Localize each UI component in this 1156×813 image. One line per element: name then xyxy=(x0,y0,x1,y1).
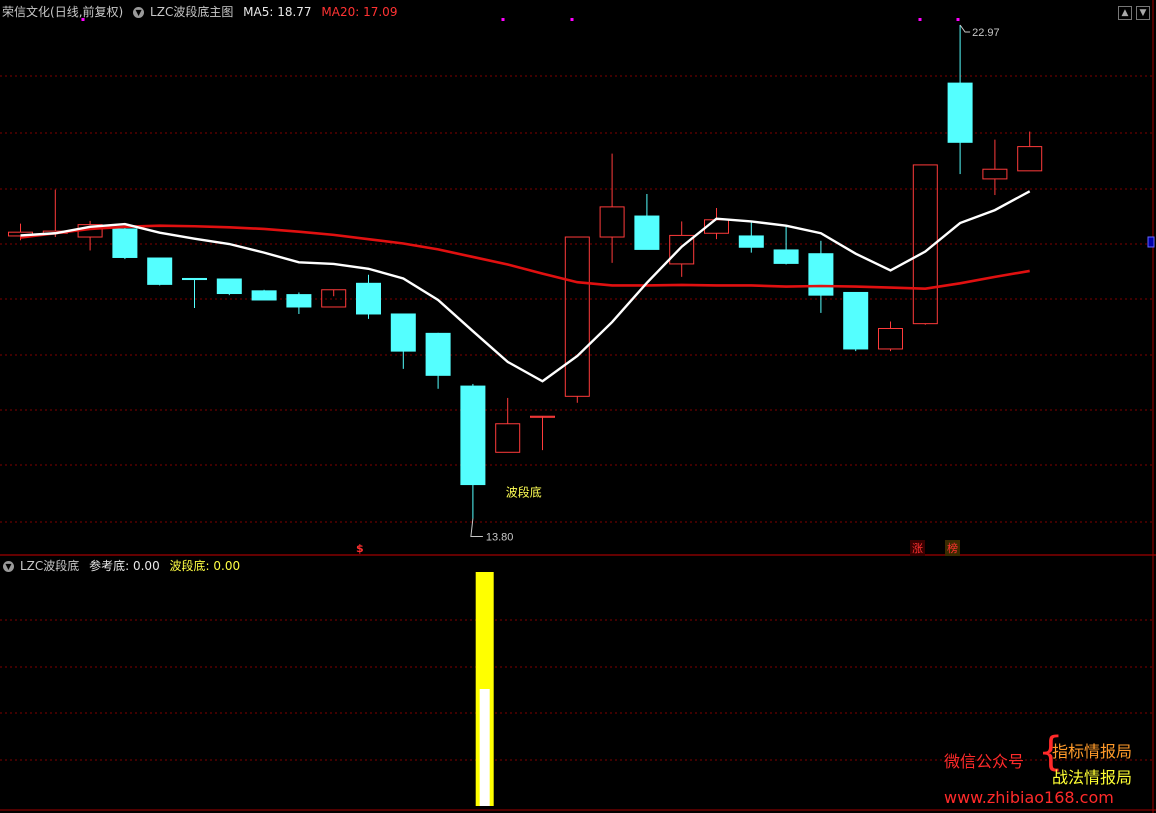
chevron-down-icon[interactable]: ▼ xyxy=(1136,6,1150,20)
limit-up-marker[interactable]: 涨 xyxy=(910,540,925,556)
ref-bottom-value: 参考底: 0.00 xyxy=(89,559,160,573)
markers xyxy=(81,18,971,537)
ref-bottom-bar xyxy=(479,689,490,806)
candle-body xyxy=(808,253,834,296)
main-grid xyxy=(0,0,1156,813)
candle-body xyxy=(843,291,869,350)
candle xyxy=(530,415,555,451)
candle-body xyxy=(425,332,451,376)
candle xyxy=(773,226,799,265)
min-arrow xyxy=(470,518,483,537)
candle-body xyxy=(182,277,207,281)
sub-indicator-name[interactable]: LZC波段底 xyxy=(20,559,79,573)
wave-bottom-signal-label: 波段底 xyxy=(506,484,542,499)
candle xyxy=(947,24,973,175)
labels: 22.97 13.80 波段底 $ xyxy=(356,27,1000,555)
dollar-marker: $ xyxy=(356,542,364,555)
ma5-value: MA5: 18.77 xyxy=(243,5,312,19)
candle xyxy=(42,189,68,238)
candle-body xyxy=(356,282,381,315)
axis-tick-marker xyxy=(1147,236,1155,248)
chevron-down-icon[interactable]: ▼ xyxy=(3,561,14,572)
candle-body xyxy=(878,328,903,350)
max-arrow xyxy=(959,24,971,33)
stock-name[interactable]: 荣信文化 xyxy=(2,5,50,19)
candle xyxy=(982,139,1008,196)
min-price-label: 13.80 xyxy=(486,531,514,543)
candle xyxy=(843,291,869,352)
wechat-label: 微信公众号 xyxy=(944,752,1025,771)
candle xyxy=(738,220,764,253)
sub-bars xyxy=(475,572,494,806)
candle-body xyxy=(982,168,1008,180)
candle xyxy=(425,332,451,389)
candle xyxy=(634,193,660,250)
candle xyxy=(356,274,381,319)
magenta-marker xyxy=(570,18,574,21)
candle xyxy=(878,321,903,352)
candle xyxy=(460,383,486,519)
candle-body xyxy=(947,82,973,143)
ma-lines xyxy=(20,190,1031,383)
candle-body xyxy=(738,235,764,248)
candle xyxy=(599,153,625,263)
candle xyxy=(808,240,834,313)
candle xyxy=(1017,131,1043,172)
candle-body xyxy=(1017,146,1043,172)
ranking-marker[interactable]: 榜 xyxy=(945,540,960,556)
main-indicator-name[interactable]: LZC波段底主图 xyxy=(150,5,233,19)
candle-body xyxy=(460,385,486,486)
candle-body xyxy=(147,257,173,285)
candle-body xyxy=(634,215,660,250)
candle-body xyxy=(390,313,416,352)
chevron-up-icon[interactable]: ▲ xyxy=(1118,6,1132,20)
candle xyxy=(182,277,207,309)
wave-bottom-value: 波段底: 0.00 xyxy=(169,559,241,573)
candle-body xyxy=(112,228,138,258)
magenta-marker xyxy=(956,18,960,21)
chart-canvas: 22.97 13.80 波段底 $ xyxy=(0,0,1156,813)
sub-header: ▼ LZC波段底 参考底: 0.00 波段底: 0.00 xyxy=(3,557,246,574)
candle-body xyxy=(216,278,242,295)
candle xyxy=(321,289,347,308)
candle xyxy=(147,257,173,286)
candle-body xyxy=(599,206,625,238)
candle-body xyxy=(286,294,312,308)
candle xyxy=(669,221,695,277)
watermark-url: www.zhibiao168.com xyxy=(944,788,1114,807)
candle-body xyxy=(251,290,277,301)
candles xyxy=(8,24,1043,519)
candle-body xyxy=(564,236,590,397)
period-label[interactable]: (日线,前复权) xyxy=(50,5,123,19)
magenta-marker xyxy=(501,18,505,21)
candle-body xyxy=(495,423,521,453)
watermark-line2: 战法情报局 xyxy=(1052,768,1133,787)
sub-grid xyxy=(0,619,1152,761)
candle xyxy=(390,313,416,369)
ma20-value: MA20: 17.09 xyxy=(321,5,398,19)
candle xyxy=(704,207,729,240)
candle-body xyxy=(773,249,799,264)
chevron-down-icon[interactable]: ▼ xyxy=(133,7,145,18)
candle xyxy=(251,289,277,301)
main-header: 荣信文化(日线,前复权) ▼ LZC波段底主图 MA5: 18.77 MA20: … xyxy=(2,3,403,20)
candle xyxy=(112,227,138,260)
max-price-label: 22.97 xyxy=(972,27,1000,39)
candle xyxy=(495,397,521,453)
candle xyxy=(286,292,312,314)
watermark-line1: 指标情报局 xyxy=(1052,742,1133,761)
magenta-marker xyxy=(918,18,922,21)
candle xyxy=(564,236,590,403)
candle xyxy=(216,278,242,296)
